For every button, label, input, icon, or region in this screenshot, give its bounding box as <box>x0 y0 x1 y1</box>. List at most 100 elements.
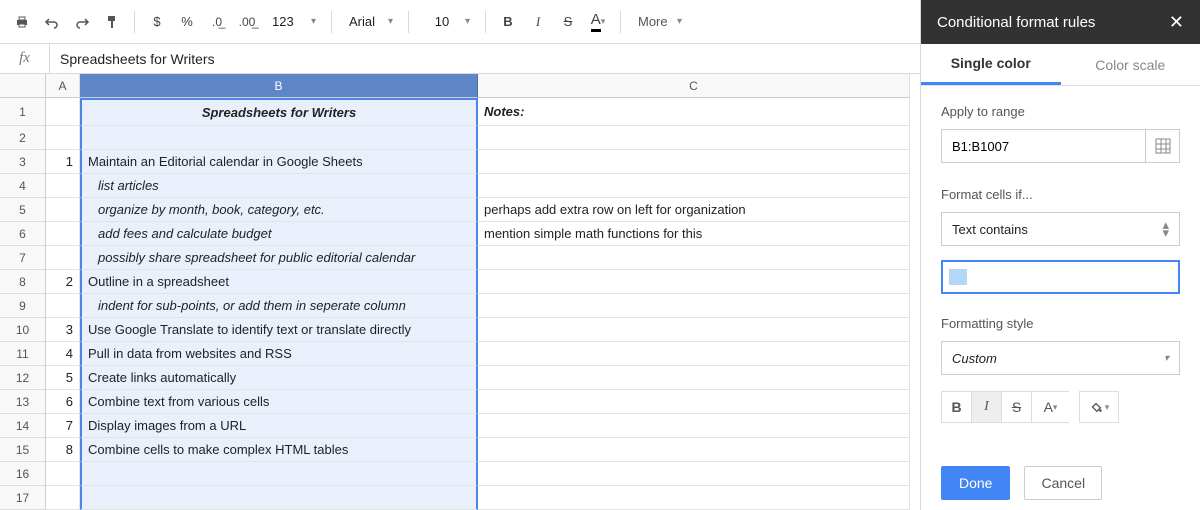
tab-color-scale[interactable]: Color scale <box>1061 44 1200 85</box>
number-format-dropdown[interactable]: 123 <box>263 8 323 36</box>
paintformat-icon[interactable] <box>98 8 126 36</box>
row-header[interactable]: 13 <box>0 390 46 414</box>
col-header-a[interactable]: A <box>46 74 80 98</box>
print-icon[interactable] <box>8 8 36 36</box>
cell[interactable]: 5 <box>46 366 80 390</box>
cell[interactable] <box>478 174 910 198</box>
cell[interactable]: 4 <box>46 342 80 366</box>
cell[interactable] <box>478 342 910 366</box>
decrease-decimal-icon[interactable]: .0̲ <box>203 8 231 36</box>
row-header[interactable]: 5 <box>0 198 46 222</box>
bold-button[interactable]: B <box>941 391 971 423</box>
cell[interactable] <box>46 198 80 222</box>
cell[interactable]: add fees and calculate budget <box>80 222 478 246</box>
cell[interactable]: 8 <box>46 438 80 462</box>
row-header[interactable]: 9 <box>0 294 46 318</box>
cell[interactable]: Maintain an Editorial calendar in Google… <box>80 150 478 174</box>
cell[interactable]: 2 <box>46 270 80 294</box>
cell[interactable]: indent for sub-points, or add them in se… <box>80 294 478 318</box>
col-header-c[interactable]: C <box>478 74 910 98</box>
cell[interactable]: Display images from a URL <box>80 414 478 438</box>
cell[interactable] <box>46 126 80 150</box>
cell[interactable]: 3 <box>46 318 80 342</box>
cell[interactable] <box>46 174 80 198</box>
cell[interactable] <box>478 438 910 462</box>
italic-icon[interactable]: I <box>524 8 552 36</box>
done-button[interactable]: Done <box>941 466 1010 500</box>
tab-single-color[interactable]: Single color <box>921 44 1061 85</box>
row-header[interactable]: 16 <box>0 462 46 486</box>
row-header[interactable]: 14 <box>0 414 46 438</box>
cell[interactable] <box>80 126 478 150</box>
redo-icon[interactable] <box>68 8 96 36</box>
row-header[interactable]: 2 <box>0 126 46 150</box>
cell[interactable]: Spreadsheets for Writers <box>80 98 478 126</box>
cell[interactable]: Combine cells to make complex HTML table… <box>80 438 478 462</box>
condition-value-input[interactable] <box>941 260 1180 294</box>
cell[interactable]: Pull in data from websites and RSS <box>80 342 478 366</box>
cell[interactable] <box>478 390 910 414</box>
cell[interactable]: 1 <box>46 150 80 174</box>
row-header[interactable]: 6 <box>0 222 46 246</box>
row-header[interactable]: 17 <box>0 486 46 510</box>
row-header[interactable]: 7 <box>0 246 46 270</box>
cell[interactable] <box>46 486 80 510</box>
row-header[interactable]: 1 <box>0 98 46 126</box>
cell[interactable] <box>478 462 910 486</box>
font-family-dropdown[interactable]: Arial <box>340 8 400 36</box>
italic-button[interactable]: I <box>971 391 1001 423</box>
row-header[interactable]: 12 <box>0 366 46 390</box>
cell[interactable]: perhaps add extra row on left for organi… <box>478 198 910 222</box>
strike-icon[interactable]: S <box>554 8 582 36</box>
cell[interactable] <box>46 246 80 270</box>
row-header[interactable]: 15 <box>0 438 46 462</box>
cell[interactable]: list articles <box>80 174 478 198</box>
row-header[interactable]: 3 <box>0 150 46 174</box>
cell[interactable]: Use Google Translate to identify text or… <box>80 318 478 342</box>
fillcolor-button[interactable]: ▾ <box>1079 391 1119 423</box>
cell[interactable] <box>478 318 910 342</box>
row-header[interactable]: 4 <box>0 174 46 198</box>
cell[interactable] <box>46 222 80 246</box>
cell[interactable] <box>478 150 910 174</box>
formula-input[interactable]: Spreadsheets for Writers <box>50 51 225 67</box>
range-input[interactable] <box>942 139 1145 154</box>
col-header-b[interactable]: B <box>80 74 478 98</box>
more-dropdown[interactable]: More <box>629 8 689 36</box>
cell[interactable]: Notes: <box>478 98 910 126</box>
cell[interactable] <box>478 414 910 438</box>
cell[interactable] <box>478 294 910 318</box>
row-header[interactable]: 10 <box>0 318 46 342</box>
cell[interactable]: Create links automatically <box>80 366 478 390</box>
percent-icon[interactable]: % <box>173 8 201 36</box>
cancel-button[interactable]: Cancel <box>1024 466 1102 500</box>
cell[interactable] <box>478 486 910 510</box>
condition-select[interactable]: Text contains ▴▾ <box>941 212 1180 246</box>
undo-icon[interactable] <box>38 8 66 36</box>
cell[interactable]: 6 <box>46 390 80 414</box>
cell[interactable]: mention simple math functions for this <box>478 222 910 246</box>
cell[interactable] <box>478 126 910 150</box>
cell[interactable]: Combine text from various cells <box>80 390 478 414</box>
increase-decimal-icon[interactable]: .00̲ <box>233 8 261 36</box>
cell[interactable] <box>478 246 910 270</box>
style-select[interactable]: Custom ▾ <box>941 341 1180 375</box>
row-header[interactable]: 8 <box>0 270 46 294</box>
cell[interactable] <box>80 462 478 486</box>
select-all-corner[interactable] <box>0 74 46 98</box>
cell[interactable]: 7 <box>46 414 80 438</box>
cell[interactable]: organize by month, book, category, etc. <box>80 198 478 222</box>
cell[interactable] <box>46 294 80 318</box>
textcolor-icon[interactable]: A ▾ <box>584 8 612 36</box>
row-header[interactable]: 11 <box>0 342 46 366</box>
cell[interactable] <box>80 486 478 510</box>
close-icon[interactable]: ✕ <box>1169 12 1184 33</box>
cell[interactable] <box>478 366 910 390</box>
bold-icon[interactable]: B <box>494 8 522 36</box>
cell[interactable] <box>46 462 80 486</box>
cell[interactable] <box>478 270 910 294</box>
textcolor-button[interactable]: A ▾ <box>1031 391 1069 423</box>
cell[interactable]: possibly share spreadsheet for public ed… <box>80 246 478 270</box>
currency-icon[interactable]: $ <box>143 8 171 36</box>
strike-button[interactable]: S <box>1001 391 1031 423</box>
